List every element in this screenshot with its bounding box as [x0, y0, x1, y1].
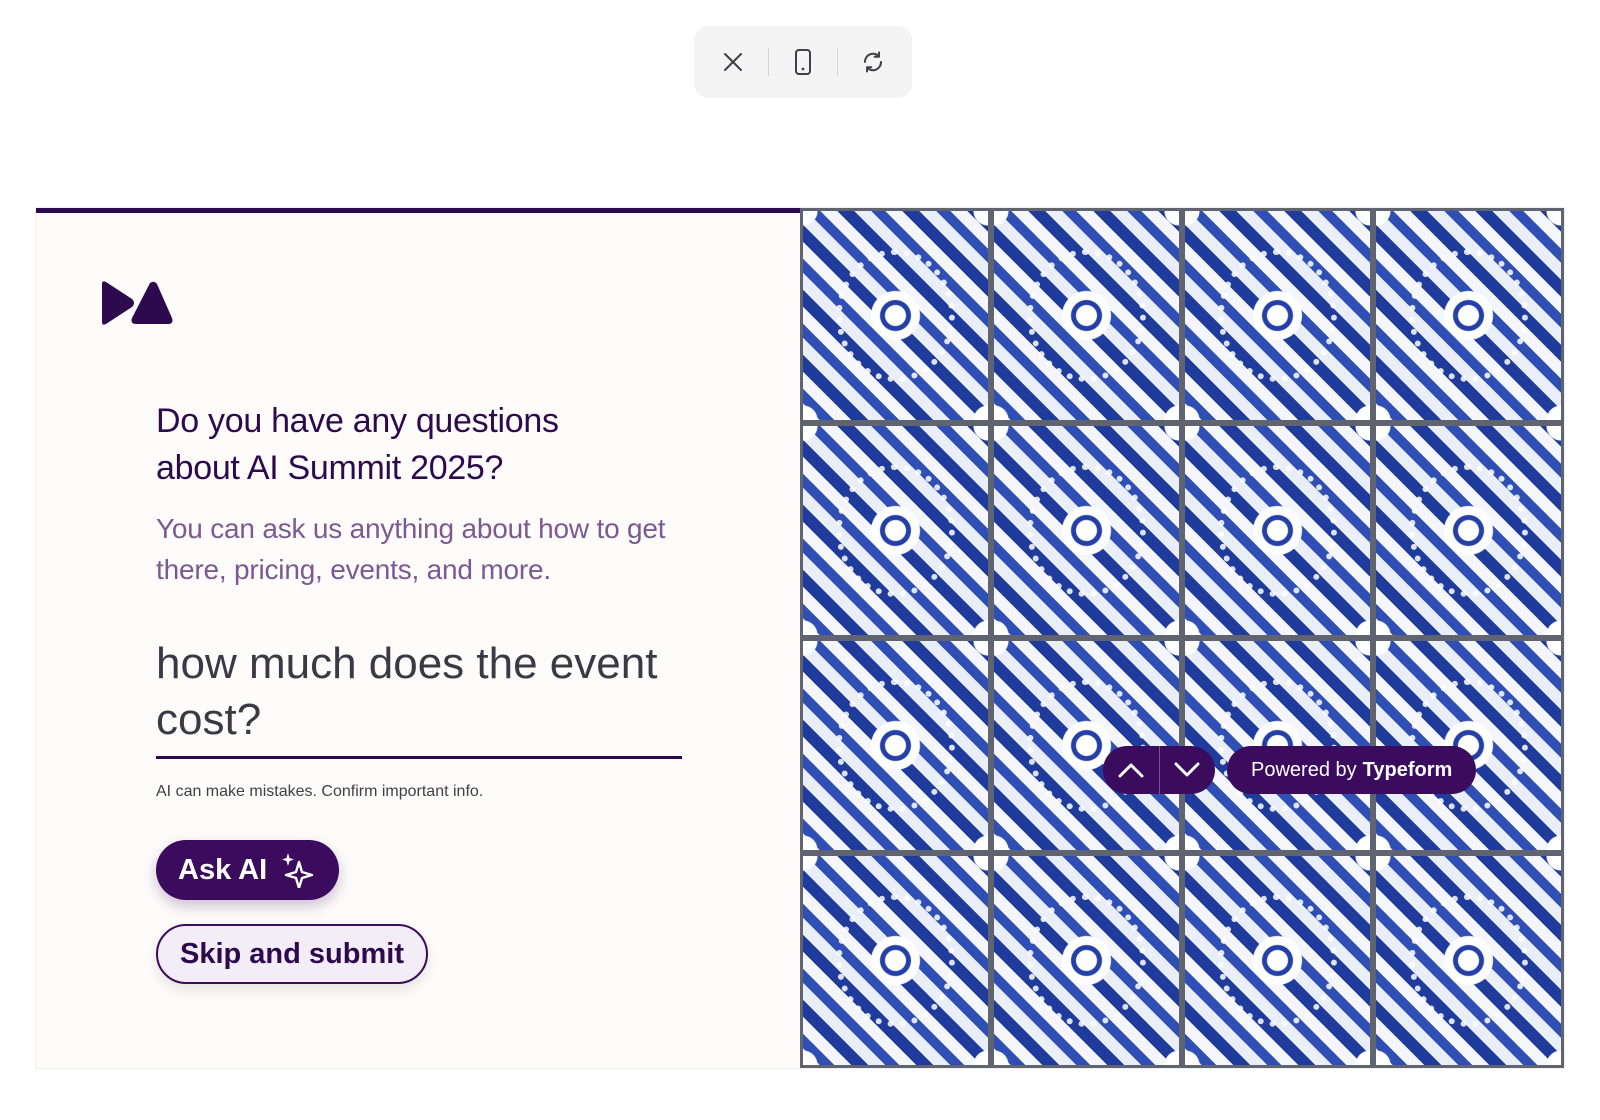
brand-logo [98, 280, 174, 331]
chevron-down-icon [1174, 762, 1200, 777]
tile [1182, 423, 1373, 638]
powered-by-prefix: Powered by [1251, 758, 1357, 781]
cover-image [800, 208, 1564, 1068]
tile [800, 638, 991, 853]
mobile-preview-button[interactable] [775, 34, 831, 90]
brand-logo-icon [102, 281, 173, 325]
powered-by-brand: Typeform [1362, 758, 1453, 781]
ask-ai-button[interactable]: Ask AI [156, 840, 340, 900]
tile [991, 853, 1182, 1068]
toolbar-divider [767, 48, 769, 76]
ask-ai-label: Ask AI [178, 853, 268, 886]
refresh-button[interactable] [845, 34, 901, 90]
skip-and-submit-button[interactable]: Skip and submit [156, 924, 428, 984]
question-title: Do you have any questions about AI Summi… [156, 402, 559, 487]
chevron-up-icon [1118, 763, 1144, 778]
tile [800, 423, 991, 638]
typeform-frame: Do you have any questions about AI Summi… [36, 208, 1564, 1068]
previous-question-button[interactable] [1103, 746, 1159, 794]
sparkles-icon [282, 853, 314, 888]
close-icon [724, 53, 743, 71]
preview-toolbar [694, 26, 912, 98]
next-question-button[interactable] [1158, 746, 1216, 794]
toolbar-divider [837, 48, 839, 76]
close-button[interactable] [705, 34, 761, 90]
tile [1373, 853, 1564, 1068]
refresh-icon [863, 51, 882, 73]
tile [991, 423, 1182, 638]
question-description: You can ask us anything about how to get… [156, 513, 666, 585]
tile [1373, 208, 1564, 423]
tile [800, 853, 991, 1068]
azulejo-tile-pattern [800, 208, 1564, 1068]
tile [1182, 208, 1373, 423]
tile [991, 208, 1182, 423]
answer-input[interactable] [156, 636, 682, 759]
powered-by-typeform-badge[interactable]: Powered by Typeform [1227, 746, 1477, 794]
mobile-device-icon [794, 49, 811, 75]
ai-disclaimer: AI can make mistakes. Confirm important … [156, 783, 484, 800]
tile [1182, 853, 1373, 1068]
tile [800, 208, 991, 423]
question-navigation [1103, 746, 1215, 794]
tile [1373, 423, 1564, 638]
question-pane: Do you have any questions about AI Summi… [36, 208, 800, 1068]
